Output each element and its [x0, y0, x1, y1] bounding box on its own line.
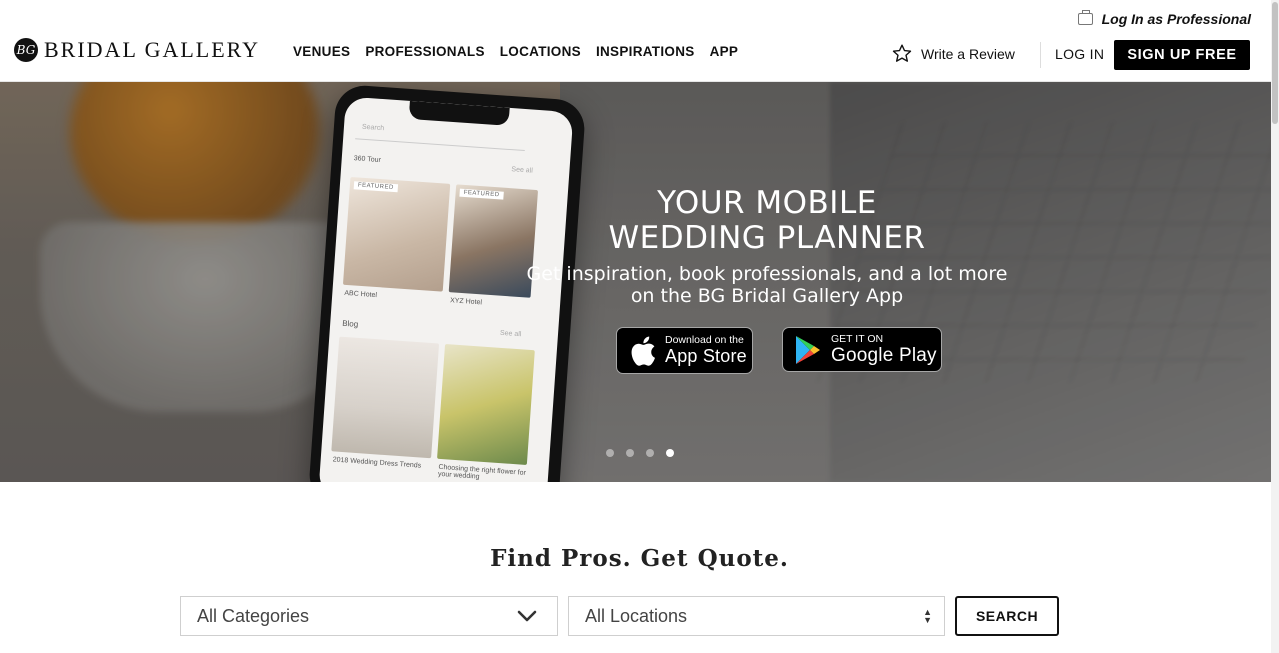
hero-title: YOUR MOBILE WEDDING PLANNER: [470, 186, 1064, 256]
briefcase-icon: [1077, 10, 1093, 25]
phone-notch: [408, 100, 510, 126]
phone-blog-title: Choosing the right flower for your weddi…: [437, 463, 527, 481]
carousel-dot[interactable]: [626, 449, 634, 457]
logo-text: BRIDAL GALLERY: [44, 37, 261, 62]
phone-venue-image: [342, 176, 451, 292]
scrollbar-thumb[interactable]: [1272, 2, 1278, 124]
page-scrollbar[interactable]: [1271, 0, 1279, 653]
phone-section-title: 360 Tour: [353, 155, 382, 165]
app-store-small-label: Download on the: [665, 333, 744, 346]
google-play-button[interactable]: GET IT ON Google Play: [782, 327, 942, 372]
google-play-small-label: GET IT ON: [831, 332, 884, 345]
chevron-down-icon: [517, 610, 537, 622]
phone-search-field: Search: [355, 123, 526, 152]
hero-banner: Search 360 Tour See all FEATURED FEATURE…: [0, 82, 1279, 482]
write-review-label: Write a Review: [921, 45, 1015, 62]
app-store-texts: Download on the App Store: [665, 333, 747, 367]
search-button[interactable]: SEARCH: [955, 596, 1059, 636]
location-select-value: All Locations: [585, 605, 688, 626]
select-arrows-icon: ▲ ▼: [923, 607, 932, 625]
hero-title-line: WEDDING PLANNER: [608, 220, 926, 256]
app-store-button[interactable]: Download on the App Store: [616, 327, 753, 374]
carousel-dots: [606, 449, 686, 457]
hero-text-block: YOUR MOBILE WEDDING PLANNER Get inspirat…: [470, 186, 1064, 308]
main-nav: VENUES PROFESSIONALS LOCATIONS INSPIRATI…: [293, 44, 753, 59]
phone-see-all: See all: [499, 329, 522, 339]
phone-section-title: Blog: [341, 318, 359, 329]
google-play-texts: GET IT ON Google Play: [831, 332, 937, 366]
site-logo[interactable]: BG BRIDAL GALLERY: [14, 37, 260, 63]
phone-blog-image: [331, 336, 440, 459]
google-play-icon: [796, 335, 820, 364]
hero-subtitle-line: Get inspiration, book professionals, and…: [526, 263, 1008, 285]
pro-login-link[interactable]: Log In as Professional: [1077, 10, 1251, 27]
phone-card-title: ABC Hotel: [344, 289, 378, 300]
phone-see-all: See all: [511, 166, 533, 175]
search-section-title: Find Pros. Get Quote.: [490, 545, 789, 572]
hero-title-line: YOUR MOBILE: [657, 185, 877, 221]
hero-subtitle-line: on the BG Bridal Gallery App: [630, 285, 904, 307]
logo-badge-icon: BG: [14, 38, 38, 62]
carousel-dot[interactable]: [606, 449, 614, 457]
pro-login-label: Log In as Professional: [1101, 11, 1251, 27]
apple-icon: [631, 336, 655, 366]
app-store-big-label: App Store: [665, 345, 747, 366]
category-select-value: All Categories: [197, 605, 310, 626]
nav-item-venues[interactable]: VENUES: [293, 44, 350, 59]
phone-blog-title: 2018 Wedding Dress Trends: [332, 456, 422, 470]
login-link[interactable]: LOG IN: [1055, 46, 1104, 62]
site-header: BG BRIDAL GALLERY VENUES PROFESSIONALS L…: [0, 0, 1279, 82]
signup-button[interactable]: SIGN UP FREE: [1114, 40, 1250, 70]
google-play-big-label: Google Play: [831, 344, 937, 366]
nav-item-professionals[interactable]: PROFESSIONALS: [365, 44, 484, 59]
location-select[interactable]: All Locations ▲ ▼: [568, 596, 945, 636]
carousel-dot-active[interactable]: [666, 449, 674, 457]
nav-item-locations[interactable]: LOCATIONS: [500, 44, 581, 59]
carousel-dot[interactable]: [646, 449, 654, 457]
hero-subtitle: Get inspiration, book professionals, and…: [470, 263, 1064, 307]
nav-item-inspirations[interactable]: INSPIRATIONS: [596, 44, 695, 59]
header-divider: [1040, 42, 1041, 68]
write-review-link[interactable]: Write a Review: [891, 43, 1015, 64]
star-icon: [892, 44, 912, 62]
nav-item-app[interactable]: APP: [710, 44, 739, 59]
phone-blog-image: [437, 343, 535, 465]
category-select[interactable]: All Categories: [180, 596, 558, 636]
